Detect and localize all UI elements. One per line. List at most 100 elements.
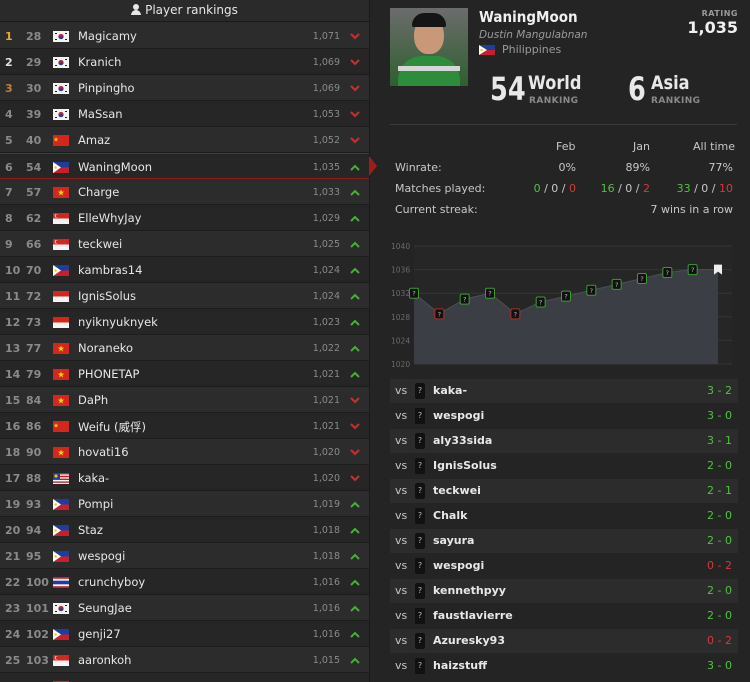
world-rank: 30	[26, 82, 42, 95]
col-all-time: All time	[693, 140, 735, 153]
opponent-name-link[interactable]: sayura	[433, 534, 474, 547]
player-name-link[interactable]: WaningMoon	[78, 160, 152, 174]
match-row[interactable]: vs? IgnisSolus 2 - 0	[390, 454, 738, 478]
opponent-name-link[interactable]: Azuresky93	[433, 634, 505, 647]
ranking-row[interactable]: 20 94 Staz 1,018	[0, 517, 369, 543]
match-row[interactable]: vs? aly33sida 3 - 1	[390, 429, 738, 453]
opponent-name-link[interactable]: wespogi	[433, 409, 484, 422]
opponent-name-link[interactable]: kaka-	[433, 384, 467, 397]
ranking-row[interactable]: 7 57 Charge 1,033	[0, 179, 369, 205]
race-unknown-icon: ?	[415, 633, 425, 649]
player-name-link[interactable]: Weifu (威俘)	[78, 419, 146, 435]
region-rank: 21	[5, 550, 21, 563]
ranking-row[interactable]: 17 88 kaka- 1,020	[0, 465, 369, 491]
player-name-link[interactable]: Noraneko	[78, 341, 133, 355]
ranking-row[interactable]: 25 103 aaronkoh 1,015	[0, 647, 369, 673]
match-row[interactable]: vs? haizstuff 3 - 0	[390, 654, 738, 678]
match-row[interactable]: vs? teckwei 2 - 1	[390, 479, 738, 503]
world-rank: 29	[26, 56, 42, 69]
player-name-link[interactable]: Magicamy	[78, 29, 137, 43]
ranking-row[interactable]: 23 101 SeungJae 1,016	[0, 595, 369, 621]
player-name-link[interactable]: Charge	[78, 185, 119, 199]
ranking-row[interactable]: 14 79 PHONETAP 1,021	[0, 361, 369, 387]
match-score: 2 - 0	[707, 534, 732, 547]
ranking-row[interactable]: 18 90 hovati16 1,020	[0, 439, 369, 465]
player-name-link[interactable]: IgnisSolus	[78, 289, 136, 303]
player-real-name: Dustin Mangulabnan	[479, 29, 588, 41]
player-rating: 1,016	[312, 629, 340, 640]
match-row[interactable]: vs? faustlavierre 2 - 0	[390, 604, 738, 628]
ranking-row[interactable]: 6 54 WaningMoon 1,035	[0, 153, 369, 179]
opponent-name-link[interactable]: teckwei	[433, 484, 481, 497]
trend-up-icon	[350, 345, 360, 352]
opponent-name-link[interactable]: IgnisSolus	[433, 459, 497, 472]
opponent-name-link[interactable]: kennethpyy	[433, 584, 506, 597]
region-rank: 6	[5, 161, 13, 174]
match-row[interactable]: vs? wespogi 3 - 0	[390, 404, 738, 428]
player-name-link[interactable]: Amaz	[78, 133, 110, 147]
opponent-name-link[interactable]: aly33sida	[433, 434, 492, 447]
player-name-link[interactable]: Staz	[78, 523, 103, 537]
player-name-link[interactable]: nyiknyuknyek	[78, 315, 158, 329]
ranking-row[interactable]: 2 29 Kranich 1,069	[0, 49, 369, 75]
ranking-row[interactable]: 22 100 crunchyboy 1,016	[0, 569, 369, 595]
race-unknown-icon: ?	[415, 658, 425, 674]
ranking-row[interactable]: 8 62 ElleWhyJay 1,029	[0, 205, 369, 231]
opponent-name-link[interactable]: faustlavierre	[433, 609, 513, 622]
player-name-link[interactable]: kaka-	[78, 471, 109, 485]
ranking-row[interactable]: 10 70 kambras14 1,024	[0, 257, 369, 283]
player-name-link[interactable]: Pinpingho	[78, 81, 135, 95]
player-name-link[interactable]: kambras14	[78, 263, 142, 277]
ranking-row[interactable]: 21 95 wespogi 1,018	[0, 543, 369, 569]
player-rating: 1,018	[312, 551, 340, 562]
ranking-row[interactable]: 4 39 MaSsan 1,053	[0, 101, 369, 127]
ranking-row[interactable]: 11 72 IgnisSolus 1,024	[0, 283, 369, 309]
win-point: ?	[586, 284, 597, 296]
player-name-link[interactable]: genji27	[78, 627, 121, 641]
player-name-link[interactable]: teckwei	[78, 237, 122, 251]
ranking-row[interactable]: 24 102 genji27 1,016	[0, 621, 369, 647]
ranking-row[interactable]: 19 93 Pompi 1,019	[0, 491, 369, 517]
ranking-row[interactable]: 3 30 Pinpingho 1,069	[0, 75, 369, 101]
south-korea-flag-icon	[53, 83, 69, 94]
player-name-link[interactable]: wespogi	[78, 549, 125, 563]
player-name-link[interactable]: aaronkoh	[78, 653, 131, 667]
player-name-link[interactable]: ElleWhyJay	[78, 211, 141, 225]
ranking-row[interactable]: 15 84 DaPh 1,021	[0, 387, 369, 413]
rankings-title: Player rankings	[145, 3, 238, 17]
player-name-link[interactable]: SeungJae	[78, 601, 132, 615]
ranking-row[interactable]: 13 77 Noraneko 1,022	[0, 335, 369, 361]
region-rank: 18	[5, 446, 21, 459]
match-row[interactable]: vs? sayura 2 - 0	[390, 529, 738, 553]
win-point: ?	[535, 296, 546, 308]
match-row[interactable]: vs? kaka- 3 - 2	[390, 379, 738, 403]
win-point: ?	[611, 278, 622, 290]
ranking-row[interactable]: 5 40 Amaz 1,052	[0, 127, 369, 153]
ranking-row[interactable]: 12 73 nyiknyuknyek 1,023	[0, 309, 369, 335]
opponent-name-link[interactable]: haizstuff	[433, 659, 487, 672]
opponent-name-link[interactable]: Chalk	[433, 509, 467, 522]
ranking-row[interactable]: 1 28 Magicamy 1,071	[0, 23, 369, 49]
ranking-row[interactable]: 9 66 teckwei 1,025	[0, 231, 369, 257]
match-score: 2 - 0	[707, 459, 732, 472]
match-score: 3 - 0	[707, 409, 732, 422]
player-rating: 1,021	[312, 395, 340, 406]
player-detail-panel: WaningMoon Dustin Mangulabnan Philippine…	[369, 0, 750, 682]
player-name-link[interactable]: PHONETAP	[78, 367, 139, 381]
player-name-link[interactable]: Kranich	[78, 55, 121, 69]
ranking-row[interactable]: 16 86 Weifu (威俘) 1,021	[0, 413, 369, 439]
player-name-link[interactable]: hovati16	[78, 445, 129, 459]
player-name-link[interactable]: DaPh	[78, 393, 108, 407]
match-row[interactable]: vs? Azuresky93 0 - 2	[390, 629, 738, 653]
opponent-name-link[interactable]: wespogi	[433, 559, 484, 572]
match-row[interactable]: vs? kennethpyy 2 - 0	[390, 579, 738, 603]
player-name-link[interactable]: crunchyboy	[78, 575, 145, 589]
player-name-link[interactable]: MaSsan	[78, 107, 123, 121]
match-row[interactable]: vs? wespogi 0 - 2	[390, 554, 738, 578]
match-row[interactable]: vs? Chalk 2 - 0	[390, 504, 738, 528]
ranking-row[interactable]: 26105	[0, 673, 369, 682]
svg-text:?: ?	[412, 290, 415, 298]
player-name-link[interactable]: Pompi	[78, 497, 113, 511]
world-rank: 102	[26, 628, 49, 641]
player-rating: 1,019	[312, 499, 340, 510]
